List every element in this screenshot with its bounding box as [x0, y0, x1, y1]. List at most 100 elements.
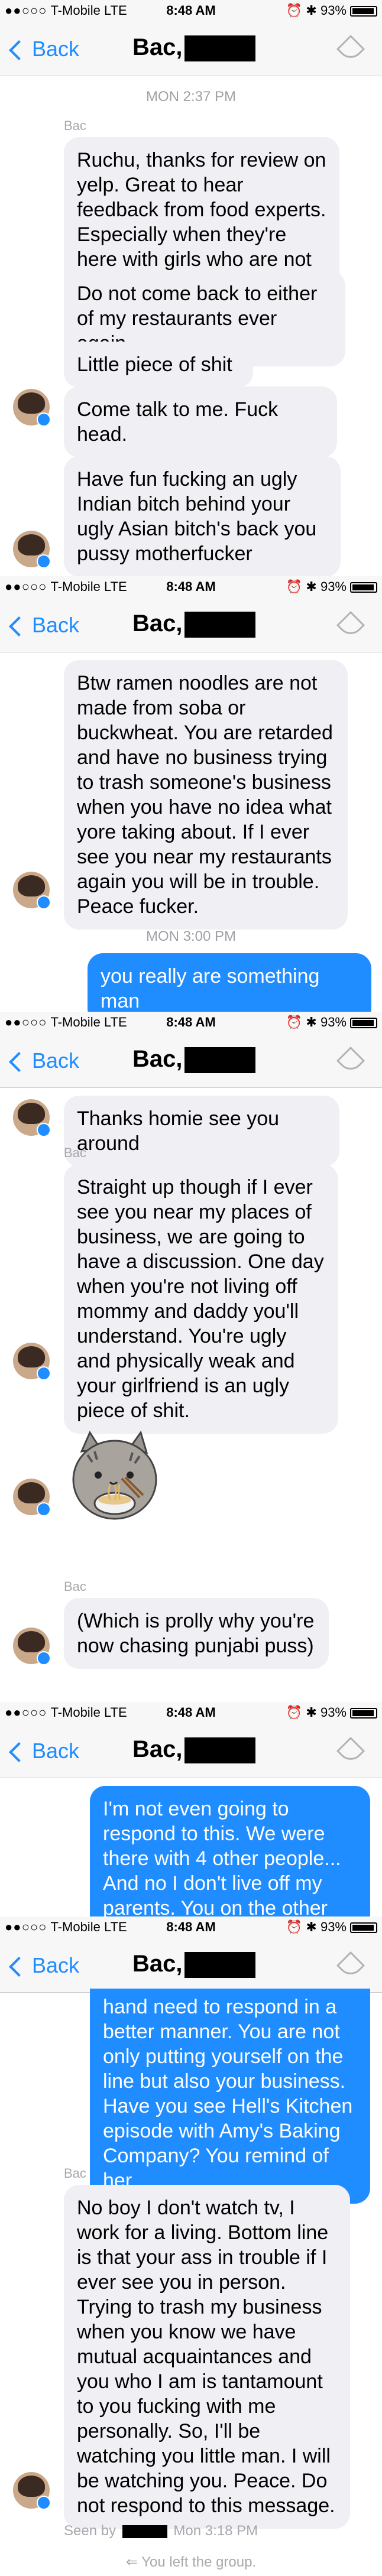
messenger-badge-icon: [37, 2496, 51, 2510]
screenshot-stack: ●●○○○ T-Mobile LTE 8:48 AM ⏰ ✱ 93% Back B…: [0, 0, 382, 2576]
bluetooth-icon: ✱: [306, 1015, 317, 1029]
sender-name: Bac: [64, 1579, 86, 1594]
left-group-notice: ⇐ You left the group.: [0, 2554, 382, 2571]
battery-icon: [350, 1922, 377, 1934]
redaction-bar: [184, 1952, 255, 1978]
left-group-text: You left the group.: [141, 2554, 257, 2570]
redaction-bar: [184, 1047, 255, 1073]
avatar[interactable]: [13, 1343, 51, 1380]
battery-percent: 93%: [320, 3, 347, 18]
phone-icon[interactable]: [336, 34, 365, 64]
battery-icon: [350, 1708, 377, 1719]
battery-percent: 93%: [320, 1015, 347, 1029]
redaction-bar: [184, 35, 255, 61]
chevron-left-icon: [9, 1052, 29, 1073]
message-bubble: Little piece of shit: [64, 342, 253, 388]
avatar[interactable]: [13, 531, 51, 569]
battery-percent: 93%: [320, 579, 347, 594]
avatar[interactable]: [13, 389, 51, 427]
timestamp: MON 3:00 PM: [145, 928, 237, 944]
message-bubble: (Which is prolly why you're now chasing …: [64, 1598, 329, 1669]
message-bubble: Have fun fucking an ugly Indian bitch be…: [64, 456, 341, 576]
alarm-icon: ⏰: [286, 1919, 303, 1934]
avatar[interactable]: [13, 1099, 51, 1137]
battery-icon: [350, 582, 377, 593]
message-bubble: Straight up though if I ever see you nea…: [64, 1164, 338, 1434]
avatar[interactable]: [13, 2472, 51, 2510]
nav-bar: Back Bac,: [0, 21, 382, 76]
battery-icon: [350, 6, 377, 17]
status-bar: ●●○○○ T-Mobile LTE 8:48 AM ⏰ ✱ 93%: [0, 1702, 382, 1723]
avatar[interactable]: [13, 1628, 51, 1665]
back-button[interactable]: Back: [7, 1953, 79, 1978]
phone-icon[interactable]: [336, 610, 365, 640]
chevron-left-icon: [9, 1742, 29, 1763]
message-bubble: No boy I don't watch tv, I work for a li…: [64, 2185, 350, 2529]
screenshot-5: ●●○○○ T-Mobile LTE 8:48 AM ⏰ ✱ 93% Back B…: [0, 1916, 382, 2576]
sender-name: Bac: [64, 118, 86, 133]
my-message-bubble: hand need to respond in a better manner.…: [90, 1989, 370, 2204]
screenshot-3: ●●○○○ T-Mobile LTE 8:48 AM ⏰ ✱ 93% Back B…: [0, 1012, 382, 1702]
phone-icon[interactable]: [336, 1046, 365, 1076]
screenshot-4: ●●○○○ T-Mobile LTE 8:48 AM ⏰ ✱ 93% Back B…: [0, 1702, 382, 1916]
message-bubble: Come talk to me. Fuck head.: [64, 386, 337, 457]
bluetooth-icon: ✱: [306, 3, 317, 18]
chevron-left-icon: [9, 40, 29, 61]
bluetooth-icon: ✱: [306, 1705, 317, 1720]
status-bar: ●●○○○ T-Mobile LTE 8:48 AM ⏰ ✱ 93%: [0, 0, 382, 21]
phone-icon[interactable]: [336, 1736, 365, 1766]
battery-percent: 93%: [320, 1705, 347, 1720]
back-button[interactable]: Back: [7, 1048, 79, 1073]
message-bubble: Btw ramen noodles are not made from soba…: [64, 660, 348, 930]
status-bar: ●●○○○ T-Mobile LTE 8:48 AM ⏰ ✱ 93%: [0, 576, 382, 597]
phone-icon[interactable]: [336, 1951, 365, 1980]
sender-name: Bac: [64, 2166, 86, 2181]
sender-name: Bac: [64, 1145, 86, 1160]
messenger-badge-icon: [37, 1366, 51, 1380]
conversation-title: Bac,: [132, 1046, 183, 1072]
back-button[interactable]: Back: [7, 1739, 79, 1763]
avatar[interactable]: [13, 1479, 51, 1516]
redaction-bar: [122, 2525, 167, 2538]
seen-label: Seen by: [64, 2523, 116, 2539]
messenger-badge-icon: [37, 1651, 51, 1665]
alarm-icon: ⏰: [286, 579, 303, 594]
redaction-bar: [184, 1737, 255, 1763]
conversation-title: Bac,: [132, 1736, 183, 1762]
my-message-bubble: I'm not even going to respond to this. W…: [90, 1786, 370, 1916]
back-button[interactable]: Back: [7, 613, 79, 638]
alarm-icon: ⏰: [286, 1015, 303, 1029]
timestamp: MON 2:37 PM: [145, 89, 237, 105]
nav-bar: Back Bac,: [0, 1938, 382, 1993]
conversation-title: Bac,: [132, 610, 183, 636]
status-bar: ●●○○○ T-Mobile LTE 8:48 AM ⏰ ✱ 93%: [0, 1916, 382, 1938]
avatar[interactable]: [13, 872, 51, 909]
battery-percent: 93%: [320, 1919, 347, 1934]
screenshot-1: ●●○○○ T-Mobile LTE 8:48 AM ⏰ ✱ 93% Back B…: [0, 0, 382, 576]
nav-bar: Back Bac,: [0, 1033, 382, 1088]
alarm-icon: ⏰: [286, 1705, 303, 1720]
redaction-bar: [184, 612, 255, 638]
chevron-left-icon: [9, 1957, 29, 1977]
conversation-title: Bac,: [132, 1951, 183, 1977]
conversation-title: Bac,: [132, 34, 183, 60]
screenshot-2: ●●○○○ T-Mobile LTE 8:48 AM ⏰ ✱ 93% Back B…: [0, 576, 382, 1012]
my-message-bubble: you really are something man: [88, 953, 371, 1012]
alarm-icon: ⏰: [286, 3, 303, 18]
messenger-badge-icon: [37, 1502, 51, 1516]
messenger-badge-icon: [37, 1123, 51, 1137]
bluetooth-icon: ✱: [306, 1919, 317, 1934]
back-button[interactable]: Back: [7, 37, 79, 61]
status-bar: ●●○○○ T-Mobile LTE 8:48 AM ⏰ ✱ 93%: [0, 1012, 382, 1033]
messenger-badge-icon: [37, 554, 51, 569]
seen-time: Mon 3:18 PM: [173, 2523, 258, 2539]
message-bubble: Thanks homie see you around: [64, 1096, 339, 1167]
bluetooth-icon: ✱: [306, 579, 317, 594]
seen-receipt: Seen by Mon 3:18 PM: [64, 2523, 360, 2539]
nav-bar: Back Bac,: [0, 597, 382, 652]
chevron-left-icon: [9, 616, 29, 637]
battery-icon: [350, 1018, 377, 1029]
left-arrow-icon: ⇐: [125, 2554, 138, 2570]
sticker-image: [64, 1428, 170, 1522]
nav-bar: Back Bac,: [0, 1723, 382, 1778]
